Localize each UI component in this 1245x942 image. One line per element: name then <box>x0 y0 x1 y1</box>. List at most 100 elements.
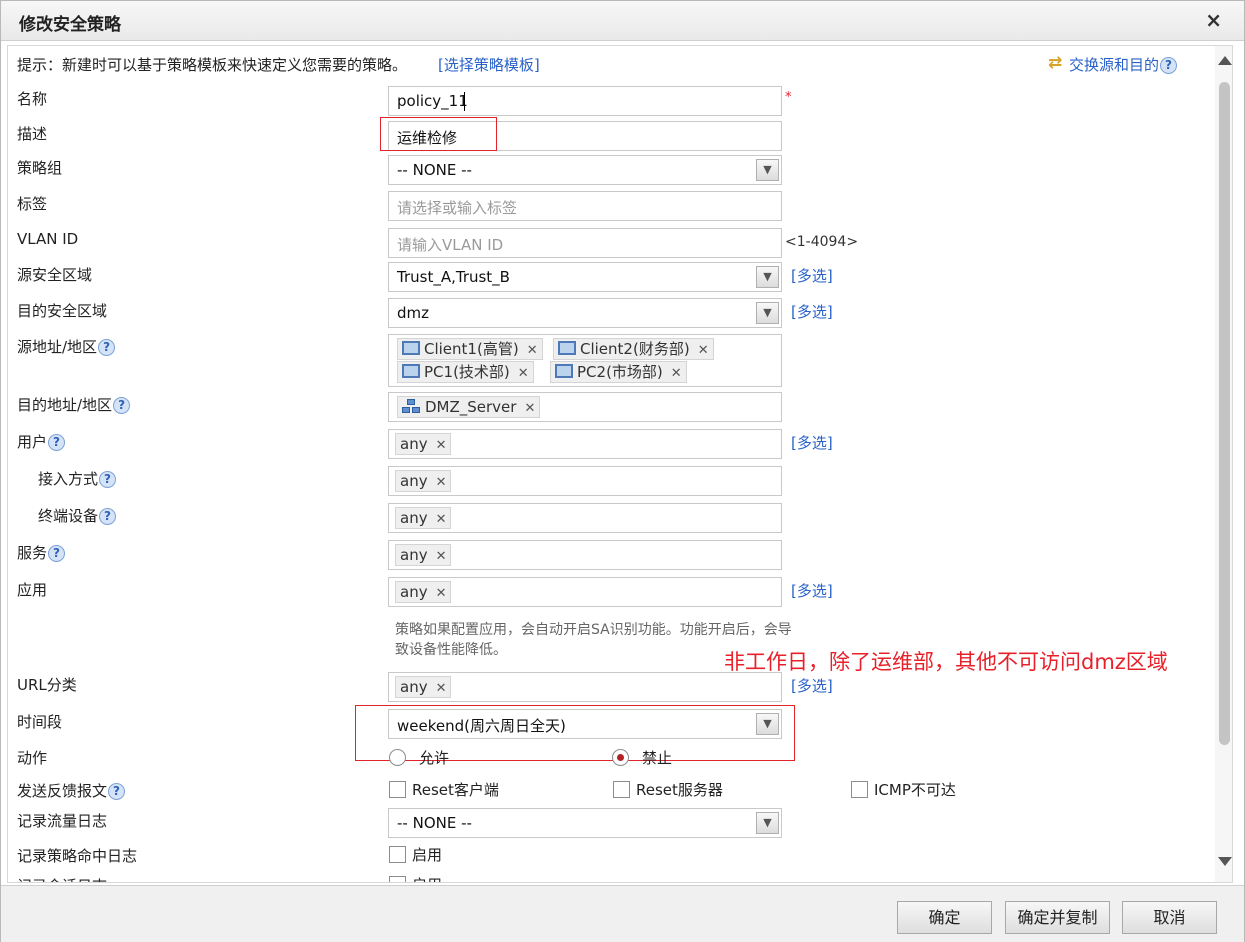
title-bar: 修改安全策略 × <box>1 1 1244 41</box>
group-select[interactable]: -- NONE -- ▼ <box>388 155 782 185</box>
help-icon[interactable]: ? <box>1160 57 1178 74</box>
service-input[interactable]: any ✕ <box>388 540 782 570</box>
vlan-input[interactable]: 请输入VLAN ID <box>388 228 782 258</box>
remove-tag-icon[interactable]: ✕ <box>527 343 538 358</box>
select-template-link[interactable]: [选择策略模板] <box>438 54 540 75</box>
chevron-down-icon[interactable]: ▼ <box>756 302 779 324</box>
feedback-label-text: 发送反馈报文 <box>17 782 108 800</box>
remove-tag-icon[interactable]: ✕ <box>436 681 447 696</box>
ok-button[interactable]: 确定 <box>897 901 992 934</box>
src-addr-label: 源地址/地区? <box>17 336 116 357</box>
action-deny-radio[interactable]: 禁止 <box>612 747 672 768</box>
checkbox-label: 启用 <box>412 846 443 864</box>
tag-label: PC2(市场部) <box>577 363 663 381</box>
reset-client-checkbox[interactable]: Reset客户端 <box>389 779 499 800</box>
remove-tag-icon[interactable]: ✕ <box>671 366 682 381</box>
scroll-up-icon[interactable] <box>1218 56 1232 65</box>
tag-input[interactable]: 请选择或输入标签 <box>388 191 782 221</box>
dst-addr-label-text: 目的地址/地区 <box>17 396 113 414</box>
remove-tag-icon[interactable]: ✕ <box>436 512 447 527</box>
src-addr-label-text: 源地址/地区 <box>17 338 98 356</box>
help-icon[interactable]: ? <box>99 471 117 488</box>
tag-label: any <box>400 435 428 453</box>
help-icon[interactable]: ? <box>113 397 131 414</box>
dst-addr-input[interactable]: DMZ_Server ✕ <box>388 392 782 422</box>
remove-tag-icon[interactable]: ✕ <box>698 343 709 358</box>
tag-label: Client2(财务部) <box>580 340 690 358</box>
access-input[interactable]: any ✕ <box>388 466 782 496</box>
session-log-checkbox[interactable]: 启用 <box>389 874 442 882</box>
traffic-log-value: -- NONE -- <box>397 814 472 832</box>
user-multi-link[interactable]: [多选] <box>791 432 833 453</box>
reset-server-checkbox[interactable]: Reset服务器 <box>613 779 723 800</box>
dst-zone-multi-link[interactable]: [多选] <box>791 301 833 322</box>
name-label: 名称 <box>17 90 48 108</box>
app-input[interactable]: any ✕ <box>388 577 782 607</box>
traffic-log-select[interactable]: -- NONE -- ▼ <box>388 808 782 838</box>
radio-icon <box>389 749 406 766</box>
src-zone-select[interactable]: Trust_A,Trust_B ▼ <box>388 262 782 292</box>
remove-tag-icon[interactable]: ✕ <box>524 401 535 416</box>
tag-label: Client1(高管) <box>424 340 519 358</box>
swap-src-dst-link[interactable]: 交换源和目的? <box>1048 53 1178 75</box>
service-tag: any ✕ <box>395 544 452 566</box>
radio-label: 允许 <box>419 749 450 767</box>
dst-addr-tag: DMZ_Server ✕ <box>397 396 541 418</box>
dialog-title: 修改安全策略 <box>19 15 121 35</box>
scroll-down-icon[interactable] <box>1218 857 1232 866</box>
ok-copy-button[interactable]: 确定并复制 <box>1005 901 1110 934</box>
help-icon[interactable]: ? <box>98 339 116 356</box>
tag-placeholder: 请选择或输入标签 <box>397 199 518 217</box>
tip-text: 提示：新建时可以基于策略模板来快速定义您需要的策略。 <box>17 56 408 74</box>
dst-zone-select[interactable]: dmz ▼ <box>388 298 782 328</box>
remove-tag-icon[interactable]: ✕ <box>436 438 447 453</box>
vertical-scrollbar[interactable] <box>1215 46 1232 882</box>
group-value: -- NONE -- <box>397 161 472 179</box>
url-input[interactable]: any ✕ <box>388 672 782 702</box>
help-icon[interactable]: ? <box>99 508 117 525</box>
icmp-unreachable-checkbox[interactable]: ICMP不可达 <box>851 779 956 800</box>
user-label: 用户? <box>17 431 66 452</box>
src-zone-multi-link[interactable]: [多选] <box>791 265 833 286</box>
user-label-text: 用户 <box>17 433 48 451</box>
radio-label: 禁止 <box>642 749 673 767</box>
src-zone-label: 源安全区域 <box>17 266 93 284</box>
help-icon[interactable]: ? <box>108 783 126 800</box>
desc-label: 描述 <box>17 125 48 143</box>
remove-tag-icon[interactable]: ✕ <box>436 475 447 490</box>
access-label: 接入方式? <box>38 468 117 489</box>
checkbox-icon <box>613 781 630 798</box>
cancel-button[interactable]: 取消 <box>1122 901 1217 934</box>
chevron-down-icon[interactable]: ▼ <box>756 159 779 181</box>
help-icon[interactable]: ? <box>48 434 66 451</box>
computer-icon <box>555 364 573 378</box>
tag-label: any <box>400 678 428 696</box>
terminal-input[interactable]: any ✕ <box>388 503 782 533</box>
app-multi-link[interactable]: [多选] <box>791 580 833 601</box>
chevron-down-icon[interactable]: ▼ <box>756 266 779 288</box>
name-input[interactable]: policy_11 <box>388 86 782 116</box>
user-input[interactable]: any ✕ <box>388 429 782 459</box>
help-icon[interactable]: ? <box>48 545 66 562</box>
text-cursor <box>464 92 465 111</box>
close-icon[interactable]: × <box>1205 8 1222 32</box>
url-multi-link[interactable]: [多选] <box>791 675 833 696</box>
server-group-icon <box>402 399 421 414</box>
required-mark: * <box>785 90 792 105</box>
tag-label: PC1(技术部) <box>424 363 510 381</box>
action-allow-radio[interactable]: 允许 <box>389 747 449 768</box>
remove-tag-icon[interactable]: ✕ <box>518 366 529 381</box>
name-value: policy_11 <box>397 92 468 110</box>
remove-tag-icon[interactable]: ✕ <box>436 586 447 601</box>
remove-tag-icon[interactable]: ✕ <box>436 549 447 564</box>
chevron-down-icon[interactable]: ▼ <box>756 812 779 834</box>
hit-log-checkbox[interactable]: 启用 <box>389 844 442 865</box>
checkbox-label: Reset服务器 <box>636 781 723 799</box>
session-log-label: 记录会话日志 <box>17 875 107 882</box>
scroll-thumb[interactable] <box>1219 82 1230 745</box>
url-label: URL分类 <box>17 676 77 694</box>
edit-policy-dialog: 修改安全策略 × 提示：新建时可以基于策略模板来快速定义您需要的策略。 [选择策… <box>0 0 1245 942</box>
src-addr-input[interactable]: Client1(高管) ✕ Client2(财务部) ✕ PC1(技术部) ✕ PC2… <box>388 334 782 387</box>
computer-icon <box>402 341 420 355</box>
checkbox-label: 启用 <box>412 876 442 882</box>
